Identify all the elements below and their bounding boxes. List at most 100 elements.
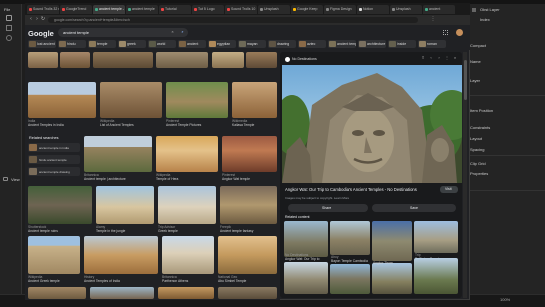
- frame-icon[interactable]: [6, 35, 12, 41]
- browser-tab[interactable]: ancient temple - Google Images: [93, 5, 125, 14]
- browser-tab[interactable]: Sound Trolls 32 min: [27, 5, 59, 14]
- browser-tab[interactable]: Google Keep: [291, 5, 323, 14]
- result-caption[interactable]: Pinterest Ancient Temple Pictures: [166, 119, 228, 127]
- result-caption[interactable]: Shutterstock Ancient temple ruins: [28, 225, 92, 233]
- result-image[interactable]: [96, 186, 154, 224]
- filter-chip[interactable]: aztec: [298, 40, 326, 48]
- next-icon[interactable]: ›: [436, 55, 442, 61]
- result-image[interactable]: [232, 82, 277, 118]
- menu-file[interactable]: File: [4, 7, 10, 12]
- result-image[interactable]: [28, 287, 86, 299]
- result-caption[interactable]: History Ancient Temples of India: [84, 275, 158, 283]
- filter-chip[interactable]: temple: [88, 40, 116, 48]
- result-image[interactable]: [100, 82, 162, 118]
- result-caption[interactable]: Wikipedia Ancient Greek temple: [28, 275, 80, 283]
- result-caption[interactable]: Alamy Temple in the jungle: [96, 225, 154, 233]
- browser-tab[interactable]: ancient: [423, 5, 455, 14]
- browser-tab[interactable]: GoogleTrend: [60, 5, 92, 14]
- prev-icon[interactable]: ‹: [428, 55, 434, 61]
- related-image[interactable]: [330, 264, 370, 294]
- result-caption[interactable]: Freepik Ancient temple fantasy: [220, 225, 277, 233]
- menu-view[interactable]: View: [11, 177, 20, 182]
- filter-chip[interactable]: roman: [418, 40, 446, 48]
- result-image[interactable]: [158, 186, 216, 224]
- result-caption[interactable]: Pinterest Angkor Wat temple: [222, 173, 277, 181]
- result-image[interactable]: [28, 186, 92, 224]
- clear-icon[interactable]: ×: [170, 29, 175, 35]
- result-caption[interactable]: National Geo Abu Simbel Temple: [218, 275, 277, 283]
- related-image[interactable]: [284, 221, 328, 257]
- related-image[interactable]: [330, 221, 370, 255]
- result-image[interactable]: [93, 52, 153, 68]
- zoom-level[interactable]: 100%: [500, 297, 510, 302]
- save-label[interactable]: Save: [410, 206, 418, 211]
- filter-chip[interactable]: architecture: [358, 40, 386, 48]
- related-search-label[interactable]: ancient temple drawing: [39, 170, 70, 175]
- related-image[interactable]: [414, 221, 458, 253]
- filter-chip[interactable]: drawing: [268, 40, 296, 48]
- result-image[interactable]: [218, 287, 277, 299]
- filter-chip[interactable]: ancient: [178, 40, 206, 48]
- browser-tab[interactable]: Tutorial: [159, 5, 191, 14]
- filter-chip[interactable]: inside: [388, 40, 416, 48]
- preview-title[interactable]: Angkor Wat: Our Trip to Cambodia's Ancie…: [285, 187, 435, 192]
- reload-icon[interactable]: ↻: [40, 16, 46, 22]
- more-icon[interactable]: ⋮: [444, 55, 450, 61]
- browser-tab[interactable]: Unsplash: [390, 5, 422, 14]
- result-image[interactable]: [28, 52, 58, 68]
- result-image[interactable]: [156, 136, 218, 172]
- result-image[interactable]: [218, 236, 277, 274]
- result-image[interactable]: [90, 287, 154, 299]
- result-image[interactable]: [246, 52, 277, 68]
- result-image[interactable]: [84, 236, 158, 274]
- result-image[interactable]: [60, 52, 90, 68]
- preview-site-name[interactable]: No Destinations: [292, 57, 317, 62]
- filter-chip[interactable]: egyptian: [208, 40, 236, 48]
- cursor-icon[interactable]: [6, 15, 12, 21]
- avatar[interactable]: [456, 29, 463, 36]
- address-text[interactable]: google.com/search?q=ancient+temple&tbm=i…: [54, 18, 130, 23]
- filter-chip[interactable]: ancient temple: [328, 40, 356, 48]
- result-image[interactable]: [166, 82, 228, 118]
- browser-tab[interactable]: Notion: [357, 5, 389, 14]
- result-image[interactable]: [156, 52, 208, 68]
- result-caption[interactable]: Britannica Ancient temple | architecture: [84, 173, 152, 181]
- related-caption[interactable]: No Destinations Angkor Wat: Our Trip to: [285, 253, 327, 261]
- result-image[interactable]: [28, 236, 80, 274]
- browser-tab[interactable]: Sound Trolls 10: [225, 5, 257, 14]
- visit-label[interactable]: Visit: [445, 187, 452, 192]
- result-image[interactable]: [222, 136, 277, 172]
- filter-chip[interactable]: world: [148, 40, 176, 48]
- related-image[interactable]: [372, 221, 412, 261]
- search-icon[interactable]: ⌕: [180, 29, 185, 35]
- related-caption[interactable]: Angkor Thom: [373, 261, 411, 265]
- related-image[interactable]: [414, 258, 458, 294]
- apps-icon[interactable]: [443, 30, 448, 35]
- result-caption[interactable]: India Ancient Temples in India: [28, 119, 96, 127]
- scrollbar-thumb[interactable]: [463, 60, 467, 100]
- result-image[interactable]: [220, 186, 277, 224]
- close-icon[interactable]: ×: [452, 55, 458, 61]
- browser-tab[interactable]: Tut 5 Logo: [192, 5, 224, 14]
- result-image[interactable]: [158, 287, 214, 299]
- filter-chip[interactable]: hindu: [58, 40, 86, 48]
- panel-tab-layer[interactable]: Obst Layer: [480, 7, 500, 12]
- result-image[interactable]: [212, 52, 244, 68]
- preview-image[interactable]: [282, 65, 462, 183]
- related-image[interactable]: [284, 262, 328, 294]
- filter-chip[interactable]: greek: [118, 40, 146, 48]
- result-image[interactable]: [84, 136, 152, 172]
- related-search-label[interactable]: hindu ancient temple: [39, 158, 67, 163]
- share-icon[interactable]: ⇪: [420, 55, 426, 61]
- search-input[interactable]: ancient temple: [63, 30, 89, 35]
- result-image[interactable]: [28, 82, 96, 118]
- extensions-icon[interactable]: ⋮: [430, 16, 436, 22]
- result-caption[interactable]: Trip Advisor Greek temple: [158, 225, 216, 233]
- related-image[interactable]: [372, 263, 412, 294]
- result-image[interactable]: [162, 236, 214, 274]
- related-caption[interactable]: Ahoy Bayon Temple Cambodia: [331, 255, 369, 263]
- result-caption[interactable]: Wikipedia Temple of Hera: [156, 173, 218, 181]
- view-icon[interactable]: [3, 177, 8, 181]
- result-caption[interactable]: Wikipedia List of Ancient Temples: [100, 119, 162, 127]
- browser-tab[interactable]: Unsplash: [258, 5, 290, 14]
